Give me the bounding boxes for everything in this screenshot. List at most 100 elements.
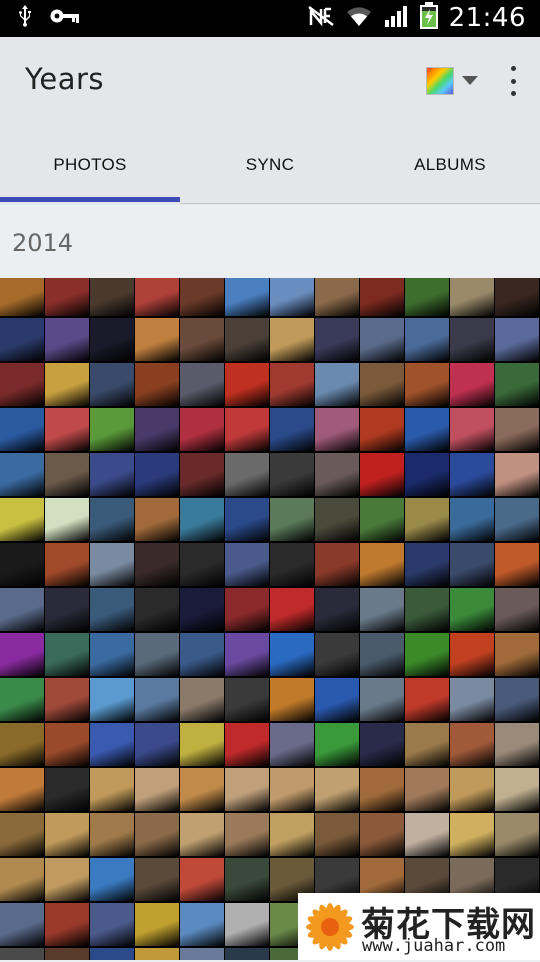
photo-thumbnail[interactable]	[135, 858, 179, 901]
photo-thumbnail[interactable]	[45, 278, 89, 316]
photo-thumbnail[interactable]	[0, 633, 44, 676]
photo-thumbnail[interactable]	[90, 588, 134, 631]
more-vert-icon[interactable]	[503, 66, 523, 96]
photo-thumbnail[interactable]	[450, 813, 494, 856]
photo-thumbnail[interactable]	[495, 408, 539, 451]
photo-thumbnail[interactable]	[90, 948, 134, 960]
photo-thumbnail[interactable]	[45, 768, 89, 811]
photo-thumbnail[interactable]	[225, 543, 269, 586]
photo-thumbnail[interactable]	[0, 498, 44, 541]
photo-thumbnail[interactable]	[90, 408, 134, 451]
photo-thumbnail[interactable]	[90, 498, 134, 541]
photo-thumbnail[interactable]	[495, 278, 539, 316]
photo-thumbnail[interactable]	[90, 543, 134, 586]
photo-thumbnail[interactable]	[405, 408, 449, 451]
photo-thumbnail[interactable]	[135, 768, 179, 811]
photo-thumbnail[interactable]	[180, 453, 224, 496]
photo-thumbnail[interactable]	[270, 318, 314, 361]
photo-thumbnail[interactable]	[270, 723, 314, 766]
photo-thumbnail[interactable]	[495, 363, 539, 406]
photo-thumbnail[interactable]	[495, 543, 539, 586]
tab-sync[interactable]: SYNC	[180, 125, 360, 205]
photo-thumbnail[interactable]	[270, 453, 314, 496]
photo-thumbnail[interactable]	[450, 408, 494, 451]
photo-thumbnail[interactable]	[360, 768, 404, 811]
photo-thumbnail[interactable]	[90, 813, 134, 856]
photo-thumbnail[interactable]	[450, 453, 494, 496]
photo-thumbnail[interactable]	[45, 678, 89, 721]
tab-photos[interactable]: PHOTOS	[0, 125, 180, 205]
photo-thumbnail[interactable]	[405, 543, 449, 586]
photo-thumbnail[interactable]	[450, 768, 494, 811]
photo-thumbnail[interactable]	[45, 903, 89, 946]
photo-thumbnail[interactable]	[360, 453, 404, 496]
photo-thumbnail[interactable]	[405, 318, 449, 361]
photo-thumbnail[interactable]	[495, 768, 539, 811]
photo-thumbnail[interactable]	[495, 678, 539, 721]
photo-thumbnail[interactable]	[0, 408, 44, 451]
photo-thumbnail[interactable]	[405, 363, 449, 406]
photo-thumbnail[interactable]	[135, 723, 179, 766]
photo-thumbnail[interactable]	[450, 723, 494, 766]
photo-thumbnail[interactable]	[135, 588, 179, 631]
photo-thumbnail[interactable]	[315, 813, 359, 856]
photo-thumbnail[interactable]	[360, 498, 404, 541]
photo-thumbnail[interactable]	[90, 858, 134, 901]
photo-thumbnail[interactable]	[0, 948, 44, 960]
photo-thumbnail[interactable]	[450, 678, 494, 721]
photo-thumbnail[interactable]	[180, 588, 224, 631]
photo-thumbnail[interactable]	[180, 633, 224, 676]
photo-thumbnail[interactable]	[315, 588, 359, 631]
photo-thumbnail[interactable]	[180, 768, 224, 811]
photo-thumbnail[interactable]	[270, 633, 314, 676]
photo-thumbnail[interactable]	[315, 723, 359, 766]
photo-thumbnail[interactable]	[450, 498, 494, 541]
photo-thumbnail[interactable]	[45, 588, 89, 631]
photo-thumbnail[interactable]	[45, 723, 89, 766]
photo-thumbnail[interactable]	[135, 318, 179, 361]
photo-thumbnail[interactable]	[180, 408, 224, 451]
photo-thumbnail[interactable]	[0, 858, 44, 901]
photo-thumbnail[interactable]	[225, 408, 269, 451]
photo-thumbnail[interactable]	[315, 318, 359, 361]
photo-thumbnail[interactable]	[90, 903, 134, 946]
photo-thumbnail[interactable]	[315, 363, 359, 406]
photo-thumbnail[interactable]	[360, 543, 404, 586]
photo-thumbnail[interactable]	[405, 453, 449, 496]
photo-thumbnail[interactable]	[135, 363, 179, 406]
photo-thumbnail[interactable]	[135, 453, 179, 496]
photo-thumbnail[interactable]	[225, 903, 269, 946]
photo-thumbnail[interactable]	[0, 453, 44, 496]
photo-thumbnail[interactable]	[225, 498, 269, 541]
photo-thumbnail[interactable]	[495, 588, 539, 631]
photo-thumbnail[interactable]	[90, 723, 134, 766]
photo-thumbnail[interactable]	[45, 408, 89, 451]
photo-thumbnail[interactable]	[135, 813, 179, 856]
photo-thumbnail[interactable]	[180, 498, 224, 541]
photo-thumbnail[interactable]	[450, 278, 494, 316]
photo-thumbnail[interactable]	[225, 318, 269, 361]
photo-thumbnail[interactable]	[180, 278, 224, 316]
photo-thumbnail[interactable]	[225, 363, 269, 406]
photo-thumbnail[interactable]	[405, 678, 449, 721]
photo-thumbnail[interactable]	[180, 813, 224, 856]
photo-thumbnail[interactable]	[180, 858, 224, 901]
photo-thumbnail[interactable]	[90, 318, 134, 361]
photo-thumbnail[interactable]	[225, 278, 269, 316]
photo-thumbnail[interactable]	[135, 498, 179, 541]
photo-thumbnail[interactable]	[90, 278, 134, 316]
photo-thumbnail[interactable]	[315, 768, 359, 811]
photo-grid[interactable]	[0, 278, 540, 960]
photo-thumbnail[interactable]	[180, 363, 224, 406]
photo-thumbnail[interactable]	[135, 408, 179, 451]
photo-thumbnail[interactable]	[45, 543, 89, 586]
photo-thumbnail[interactable]	[360, 633, 404, 676]
photo-thumbnail[interactable]	[450, 588, 494, 631]
photo-thumbnail[interactable]	[90, 678, 134, 721]
photo-thumbnail[interactable]	[135, 278, 179, 316]
photo-thumbnail[interactable]	[45, 318, 89, 361]
photo-thumbnail[interactable]	[225, 723, 269, 766]
photo-thumbnail[interactable]	[495, 813, 539, 856]
photo-thumbnail[interactable]	[135, 903, 179, 946]
chevron-down-icon[interactable]	[462, 76, 478, 85]
